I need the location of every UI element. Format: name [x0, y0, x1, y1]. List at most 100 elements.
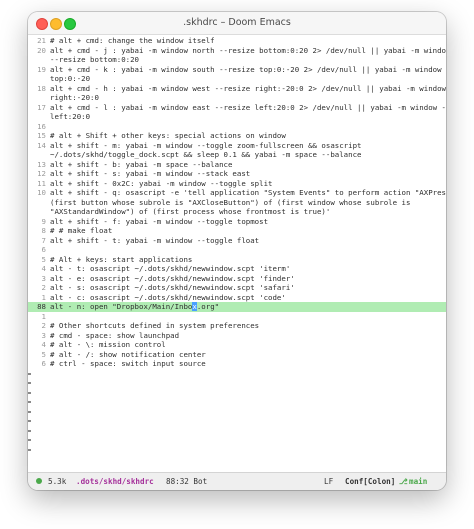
line-number: 16 — [37, 121, 46, 131]
line-number: 18 — [37, 83, 46, 93]
line-number: 3 — [41, 273, 46, 283]
line-number: 1 — [41, 292, 46, 302]
empty-line-fringe-marker — [28, 372, 31, 375]
line-number: 8 — [41, 226, 46, 235]
line-text: alt + shift - 0x2C: yabai -m window --to… — [50, 178, 273, 188]
code-line[interactable]: 3 alt - e: osascript ~/.dots/skhd/newwind… — [28, 274, 446, 284]
line-text: alt - s: osascript ~/.dots/skhd/newwindo… — [50, 283, 295, 292]
line-number: 10 — [37, 188, 46, 197]
current-line[interactable]: 88 alt - n: open "Dropbox/Main/Inbox.org" — [28, 302, 446, 312]
line-text: alt + shift - f: yabai -m window --toggl… — [50, 216, 269, 226]
line-text: (first button whose subrole is "AXCloseB… — [50, 197, 411, 207]
line-text: alt + cmd - k : yabai -m window south --… — [50, 64, 446, 74]
cursor-position: 88:32 Bot — [166, 477, 208, 486]
code-line[interactable]: 7 alt + shift - t: yabai -m window --togg… — [28, 236, 446, 246]
line-text: top:0:-20 — [50, 74, 91, 83]
line-number: 3 — [41, 330, 46, 340]
line-text: left:20:0 — [50, 112, 91, 121]
code-line[interactable]: 8 # # make float — [28, 226, 446, 236]
code-line[interactable]: left:20:0 — [28, 112, 446, 122]
code-line[interactable]: 18 alt + cmd - h : yabai -m window west -… — [28, 84, 446, 94]
code-line[interactable]: right:-20:0 — [28, 93, 446, 103]
code-line[interactable]: 16 — [28, 122, 446, 132]
line-text: alt + shift - t: yabai -m window --toggl… — [50, 235, 260, 245]
code-line[interactable]: 1 — [28, 312, 446, 322]
editor-buffer[interactable]: 21 # alt + cmd: change the window itself 2… — [28, 35, 446, 473]
vc-branch[interactable]: main — [409, 473, 427, 490]
line-number: 1 — [41, 311, 46, 321]
code-line[interactable]: 15 # alt + Shift + other keys: special ac… — [28, 131, 446, 141]
line-text: # alt - /: show notification center — [50, 349, 206, 359]
line-text: # alt - \: mission control — [50, 340, 166, 349]
code-line[interactable]: 21 # alt + cmd: change the window itself — [28, 36, 446, 46]
line-text: alt + shift - s: yabai -m window --stack… — [50, 169, 251, 178]
line-number: 7 — [41, 235, 46, 245]
code-line[interactable]: 4 # alt - \: mission control — [28, 340, 446, 350]
line-text: alt + shift - b: yabai -m space --balanc… — [50, 159, 233, 169]
line-text: alt - t: osascript ~/.dots/skhd/newwindo… — [50, 264, 291, 273]
line-text: # # make float — [50, 226, 113, 235]
line-text: alt + cmd - l : yabai -m window east --r… — [50, 102, 446, 112]
line-text: # ctrl - space: switch input source — [50, 359, 206, 368]
code-line[interactable]: 17 alt + cmd - l : yabai -m window east -… — [28, 103, 446, 113]
line-number: 9 — [41, 216, 46, 226]
code-line[interactable]: 5 # alt - /: show notification center — [28, 350, 446, 360]
code-line[interactable]: 3 # cmd - space: show launchpad — [28, 331, 446, 341]
empty-line-fringe-marker — [28, 439, 31, 441]
line-number: 12 — [37, 169, 46, 178]
code-line[interactable]: "AXStandardWindow") of (first process wh… — [28, 207, 446, 217]
line-number: 4 — [41, 264, 46, 273]
empty-line-fringe-marker — [28, 382, 31, 384]
line-ending[interactable]: LF — [324, 473, 333, 490]
code-line[interactable]: 19 alt + cmd - k : yabai -m window south … — [28, 65, 446, 75]
code-line[interactable]: 13 alt + shift - b: yabai -m space --bala… — [28, 160, 446, 170]
line-number: 20 — [37, 45, 46, 55]
line-text: ~/.dots/skhd/toggle_dock.scpt && sleep 0… — [50, 150, 362, 159]
code-line[interactable]: --resize bottom:0:20 — [28, 55, 446, 65]
line-number: 5 — [41, 349, 46, 359]
line-number: 6 — [41, 245, 46, 254]
line-text: alt - n: open "Dropbox/Main/Inbox.org" — [50, 302, 220, 311]
code-line[interactable]: 10 alt + shift - q: osascript -e 'tell ap… — [28, 188, 446, 198]
code-line[interactable]: 1 alt - c: osascript ~/.dots/skhd/newwind… — [28, 293, 446, 303]
empty-line-fringe-marker — [28, 420, 31, 422]
title-bar: .skhdrc – Doom Emacs — [28, 12, 446, 35]
line-number: 2 — [41, 321, 46, 330]
line-text: right:-20:0 — [50, 93, 99, 102]
code-line[interactable]: 6 # ctrl - space: switch input source — [28, 359, 446, 369]
line-number: 88 — [37, 302, 46, 311]
code-line[interactable]: 14 alt + shift - m: yabai -m window --tog… — [28, 141, 446, 151]
code-line[interactable]: 5 # Alt + keys: start applications — [28, 255, 446, 265]
mode-line: 5.3k .dots/skhd/skhdrc 88:32 Bot LF Conf… — [28, 472, 446, 490]
text-cursor: x — [192, 302, 197, 311]
code-line[interactable]: 2 # Other shortcuts defined in system pre… — [28, 321, 446, 331]
empty-line-fringe-marker — [28, 429, 31, 432]
line-number: 5 — [41, 254, 46, 264]
buffer-size: 5.3k — [48, 477, 67, 486]
line-number: 19 — [37, 64, 46, 74]
branch-icon: ⎇ — [399, 477, 408, 486]
line-text: alt - e: osascript ~/.dots/skhd/newwindo… — [50, 273, 295, 283]
code-line[interactable]: 11 alt + shift - 0x2C: yabai -m window --… — [28, 179, 446, 189]
empty-line-fringe-marker — [28, 401, 31, 403]
code-line[interactable]: 6 — [28, 245, 446, 255]
major-mode[interactable]: Conf[Colon] — [345, 473, 395, 490]
empty-line-fringe-marker — [28, 410, 31, 413]
line-number: 2 — [41, 283, 46, 292]
line-text: alt + shift - q: osascript -e 'tell appl… — [50, 188, 446, 197]
line-number: 14 — [37, 140, 46, 150]
buffer-path[interactable]: .dots/skhd/skhdrc — [76, 473, 154, 490]
code-line[interactable]: (first button whose subrole is "AXCloseB… — [28, 198, 446, 208]
line-text: # Other shortcuts defined in system pref… — [50, 321, 260, 330]
code-line[interactable]: 12 alt + shift - s: yabai -m window --sta… — [28, 169, 446, 179]
line-number: 6 — [41, 359, 46, 368]
code-line[interactable]: top:0:-20 — [28, 74, 446, 84]
code-line[interactable]: 2 alt - s: osascript ~/.dots/skhd/newwind… — [28, 283, 446, 293]
line-number: 11 — [37, 178, 46, 188]
line-text: alt - c: osascript ~/.dots/skhd/newwindo… — [50, 292, 286, 302]
code-line[interactable]: 9 alt + shift - f: yabai -m window --togg… — [28, 217, 446, 227]
code-line[interactable]: ~/.dots/skhd/toggle_dock.scpt && sleep 0… — [28, 150, 446, 160]
code-line[interactable]: 4 alt - t: osascript ~/.dots/skhd/newwind… — [28, 264, 446, 274]
line-number: 15 — [37, 131, 46, 140]
code-line[interactable]: 20 alt + cmd - j : yabai -m window north … — [28, 46, 446, 56]
